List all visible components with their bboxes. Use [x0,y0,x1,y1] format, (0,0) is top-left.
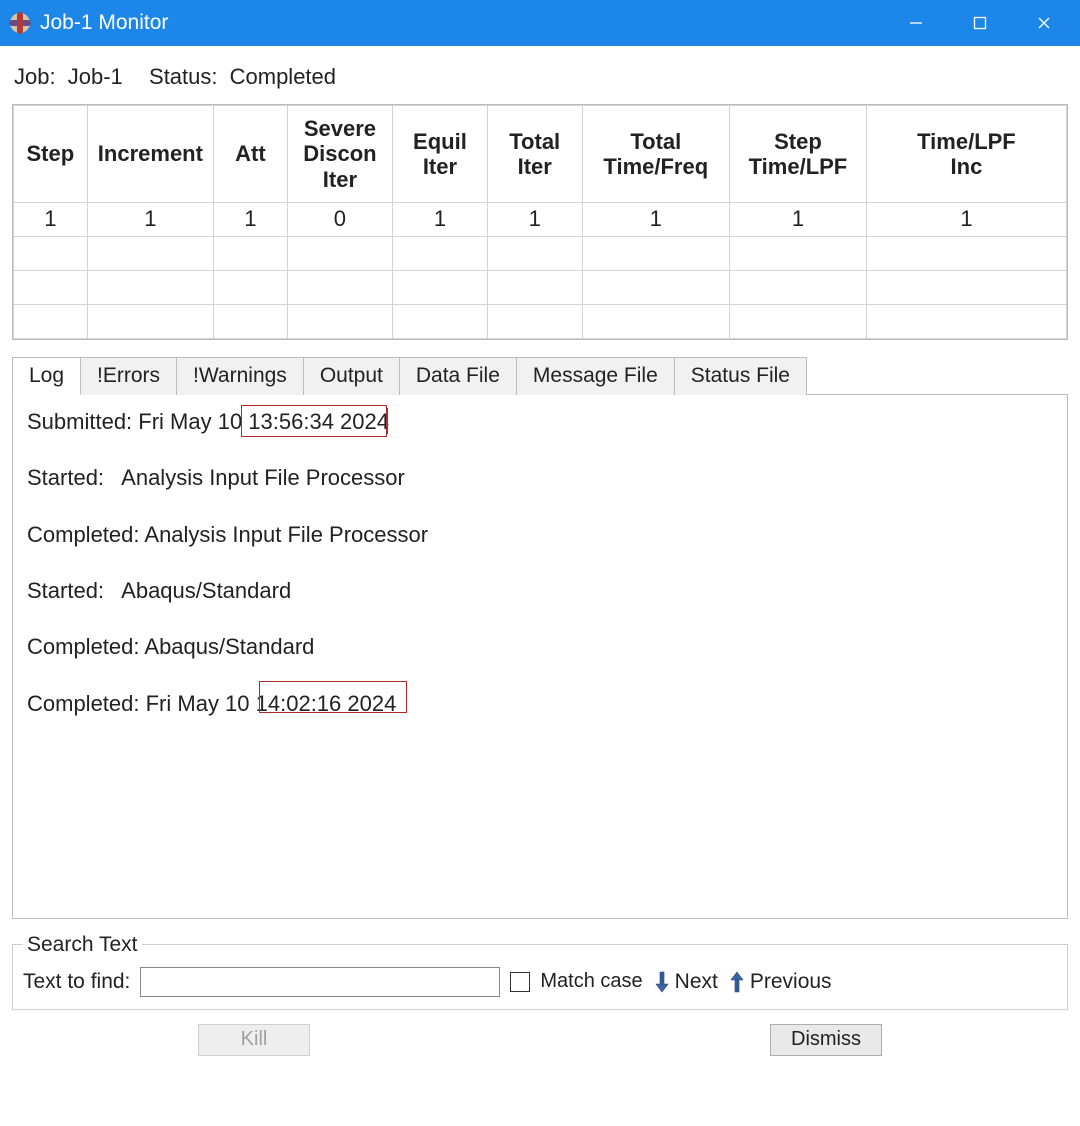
minimize-button[interactable] [884,0,948,46]
kill-button: Kill [198,1024,310,1056]
next-label: Next [675,970,718,994]
job-status-row: Job: Job-1 Status: Completed [12,58,1068,104]
table-row [14,270,1067,304]
match-case-label: Match case [540,970,642,993]
cell: 1 [582,202,729,236]
cell: 1 [214,202,288,236]
window-title: Job-1 Monitor [40,11,884,35]
column-header: Step [14,106,88,203]
log-line: Completed: Abaqus/Standard [27,634,1053,660]
tab-log[interactable]: Log [12,357,81,395]
iteration-table-wrap: StepIncrementAttSevereDisconIterEquilIte… [12,104,1068,340]
log-line: Completed: Fri May 10 14:02:16 2024 [27,691,1053,717]
job-label: Job: [14,64,56,89]
tab-output[interactable]: Output [304,357,400,395]
cell: 1 [487,202,582,236]
column-header: Time/LPFInc [866,106,1066,203]
column-header: StepTime/LPF [730,106,867,203]
previous-label: Previous [750,970,832,994]
log-line: Started: Abaqus/Standard [27,578,1053,604]
next-button[interactable]: Next [653,970,718,994]
status-label: Status: [149,64,217,89]
match-case-checkbox[interactable] [510,972,530,992]
dismiss-button[interactable]: Dismiss [770,1024,882,1056]
search-label: Text to find: [23,970,130,994]
column-header: EquilIter [393,106,488,203]
table-row [14,304,1067,338]
status-value: Completed [230,64,336,89]
maximize-button[interactable] [948,0,1012,46]
tab--errors[interactable]: !Errors [81,357,177,395]
cell: 1 [87,202,213,236]
titlebar[interactable]: Job-1 Monitor [0,0,1080,46]
log-line: Submitted: Fri May 10 13:56:34 2024 [27,409,1053,435]
table-row [14,236,1067,270]
column-header: TotalIter [487,106,582,203]
column-header: SevereDisconIter [287,106,392,203]
column-header: TotalTime/Freq [582,106,729,203]
column-header: Att [214,106,288,203]
cell: 1 [730,202,867,236]
column-header: Increment [87,106,213,203]
tab-data-file[interactable]: Data File [400,357,517,395]
previous-button[interactable]: Previous [728,970,832,994]
bottom-button-row: Kill Dismiss [12,1024,1068,1056]
search-input[interactable] [140,967,500,997]
tab-status-file[interactable]: Status File [675,357,807,395]
log-line: Started: Analysis Input File Processor [27,465,1053,491]
text-cursor [386,408,388,434]
job-value: Job-1 [68,64,123,89]
table-row[interactable]: 111011111 [14,202,1067,236]
cell: 0 [287,202,392,236]
tab-strip: Log!Errors!WarningsOutputData FileMessag… [12,356,1068,395]
tab-message-file[interactable]: Message File [517,357,675,395]
cell: 1 [14,202,88,236]
close-button[interactable] [1012,0,1076,46]
cell: 1 [866,202,1066,236]
search-group: Search Text Text to find: Match case Nex… [12,933,1068,1010]
log-line: Completed: Analysis Input File Processor [27,522,1053,548]
log-panel[interactable]: Submitted: Fri May 10 13:56:34 2024 Start… [12,395,1068,919]
iteration-table: StepIncrementAttSevereDisconIterEquilIte… [13,105,1067,339]
cell: 1 [393,202,488,236]
tab--warnings[interactable]: !Warnings [177,357,304,395]
search-legend: Search Text [23,933,142,957]
app-icon [8,11,32,35]
